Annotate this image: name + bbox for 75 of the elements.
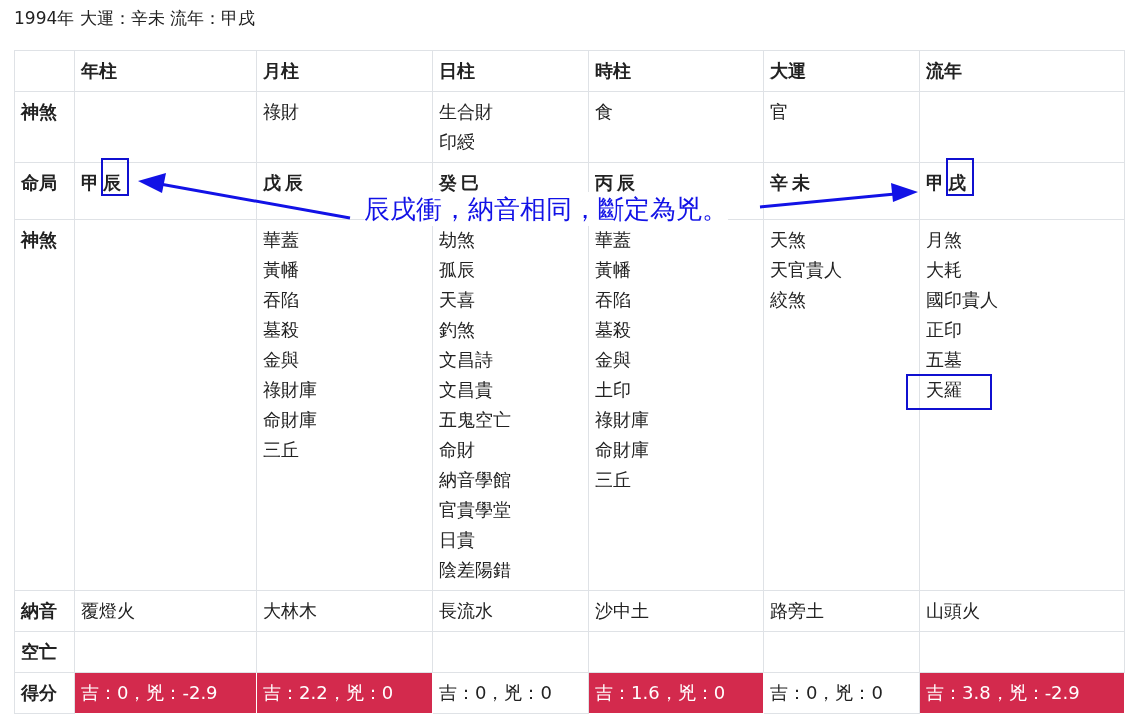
pillar-text: 戊辰 [263,172,307,193]
column-header: 時柱 [595,60,631,81]
table-cell-text: 月煞 [926,228,962,252]
table-cell-text: 孤辰 [439,258,475,282]
row-header: 空亡 [21,641,57,662]
table-cell-text: 印綬 [439,130,475,154]
row-header: 得分 [21,682,57,703]
table-cell-text: 食 [595,100,613,124]
table-cell-text: 黃幡 [263,258,299,282]
table-cell: 山頭火 [919,590,1125,632]
table-cell-text: 天官貴人 [770,258,842,282]
table-cell-text: 五墓 [926,348,962,372]
table-cell-text: 日貴 [439,528,475,552]
column-header: 年柱 [81,60,117,81]
table-cell-text: 文昌詩 [439,348,493,372]
table-cell-text: 命財 [439,438,475,462]
table-cell-text: 三丘 [263,438,299,462]
table-cell-text: 五鬼空亡 [439,408,511,432]
row-header: 納音 [21,600,57,621]
pillar-text: 甲戌 [926,172,970,193]
table-cell-text: 官 [770,100,788,124]
table-cell-text: 天喜 [439,288,475,312]
table-cell-text: 天煞 [770,228,806,252]
pillar-text: 丙辰 [595,172,639,193]
column-header: 流年 [926,60,962,81]
table-cell-text: 命財庫 [595,438,649,462]
table-cell: 吉：0，兇：0 [763,672,920,714]
table-cell-text: 官貴學堂 [439,498,511,522]
table-cell-text: 黃幡 [595,258,631,282]
table-cell-text: 土印 [595,378,631,402]
row-header: 神煞 [21,229,57,250]
pillar-text: 甲辰 [81,172,125,193]
table-cell-text: 命財庫 [263,408,317,432]
table-cell-text: 金與 [263,348,299,372]
table-cell-text: 金與 [595,348,631,372]
table-cell-text: 吞陷 [595,288,631,312]
table-cell-text: 祿財 [263,100,299,124]
table-cell: 吉：0，兇：0 [432,672,589,714]
table-cell: 吉：0，兇：-2.9 [74,672,257,714]
table-cell-text: 劫煞 [439,228,475,252]
pillar-text: 癸巳 [439,172,483,193]
annotation-text: 辰戌衝，納音相同，斷定為兇。 [364,192,728,226]
table-cell-text: 國印貴人 [926,288,998,312]
row-header: 命局 [21,172,57,193]
table-cell-text: 吞陷 [263,288,299,312]
table-cell-text: 大耗 [926,258,962,282]
table-cell-text: 釣煞 [439,318,475,342]
column-header: 月柱 [263,60,299,81]
table-cell: 覆燈火 [74,590,257,632]
table-cell-text: 正印 [926,318,962,342]
table-cell: 沙中土 [588,590,764,632]
column-header: 日柱 [439,60,475,81]
table-cell-text: 天羅 [926,378,962,402]
table-cell: 大林木 [256,590,433,632]
table-cell-text: 生合財 [439,100,493,124]
page-heading: 1994年 大運：辛未 流年：甲戌 [14,7,257,30]
table-cell-text: 絞煞 [770,288,806,312]
table-cell: 路旁土 [763,590,920,632]
table-cell-text: 文昌貴 [439,378,493,402]
table-cell: 吉：2.2，兇：0 [256,672,433,714]
table-cell-text: 墓殺 [595,318,631,342]
table-cell-text: 祿財庫 [263,378,317,402]
table-cell-text: 華蓋 [263,228,299,252]
table-cell: 吉：1.6，兇：0 [588,672,764,714]
table-cell-text: 三丘 [595,468,631,492]
table-cell-text: 納音學館 [439,468,511,492]
table-cell: 吉：3.8，兇：-2.9 [919,672,1125,714]
row-header: 神煞 [21,101,57,122]
table-cell: 長流水 [432,590,589,632]
table-cell-text: 祿財庫 [595,408,649,432]
table-cell-text: 墓殺 [263,318,299,342]
table-cell-text: 陰差陽錯 [439,558,511,582]
table-cell-text: 華蓋 [595,228,631,252]
column-header: 大運 [770,60,806,81]
pillar-text: 辛未 [770,172,814,193]
